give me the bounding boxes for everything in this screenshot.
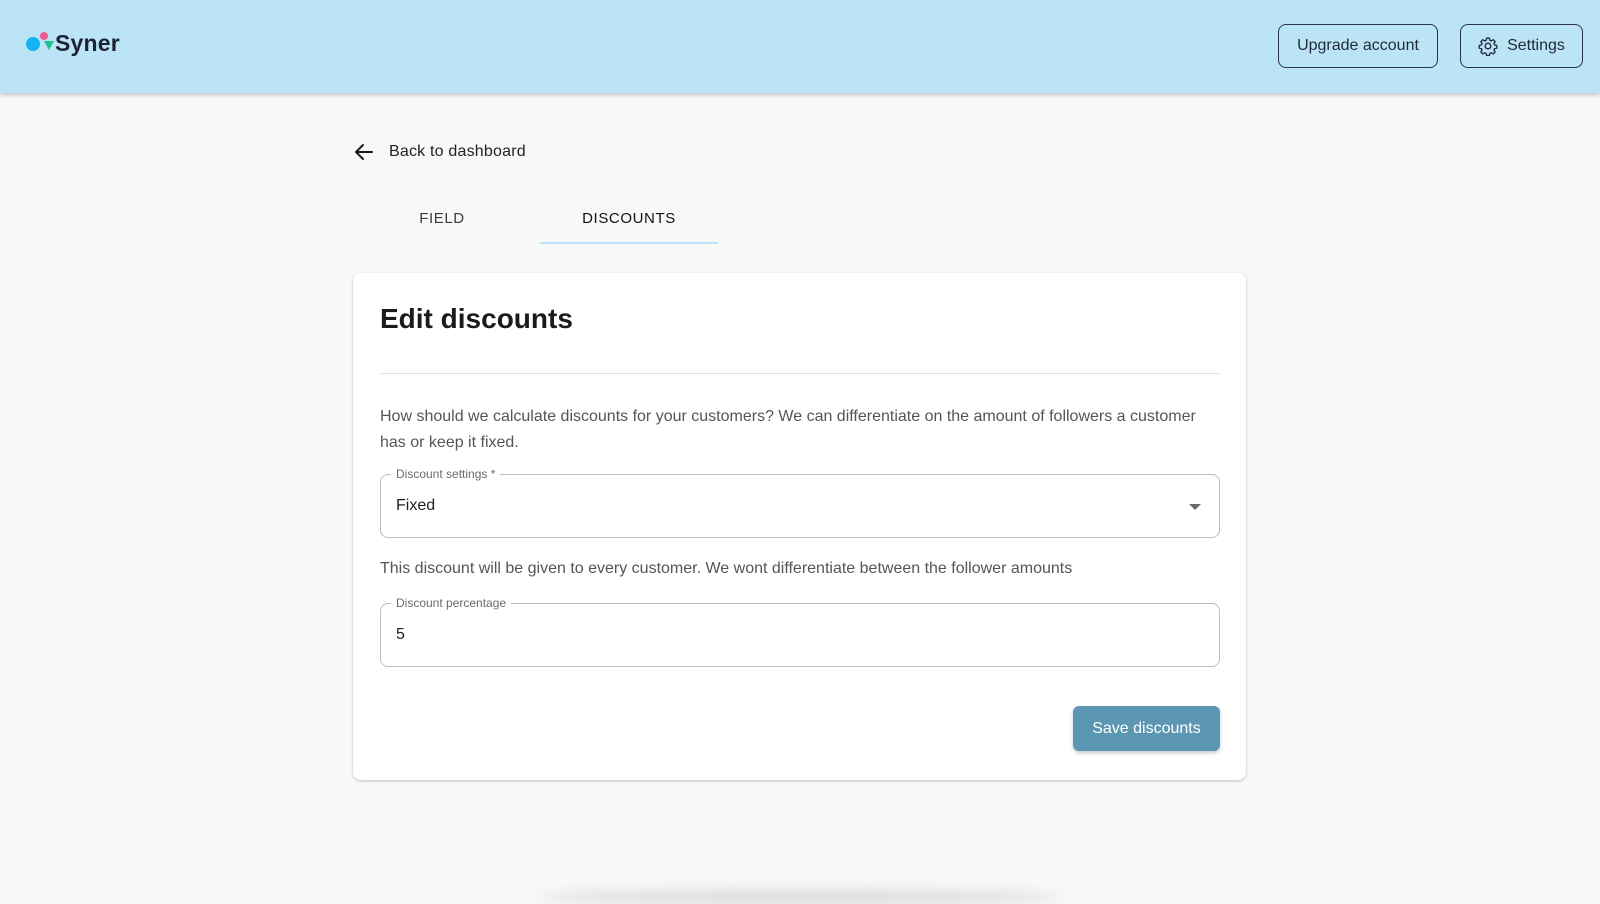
back-to-dashboard-link[interactable]: Back to dashboard	[352, 140, 526, 164]
card-title: Edit discounts	[380, 303, 573, 334]
discount-settings-value: Fixed	[396, 497, 436, 514]
floating-element-shadow	[540, 890, 1060, 904]
discount-percentage-label: Discount percentage	[391, 596, 512, 610]
discount-settings-select[interactable]: Discount settings * Fixed	[380, 467, 1220, 538]
tab-discounts[interactable]: DISCOUNTS	[540, 192, 718, 244]
arrow-left-icon	[355, 144, 373, 160]
tab-field[interactable]: FIELD	[353, 192, 531, 244]
discount-percentage-value: 5	[396, 626, 405, 643]
top-app-bar: Syner Upgrade account Settings	[0, 0, 1600, 93]
save-discounts-button[interactable]: Save discounts	[1073, 706, 1220, 751]
back-to-dashboard-label: Back to dashboard	[389, 143, 526, 160]
discounts-description: How should we calculate discounts for yo…	[380, 408, 1196, 451]
caret-down-icon	[1189, 504, 1201, 510]
upgrade-account-label: Upgrade account	[1297, 37, 1419, 54]
syner-logo-icon	[24, 28, 54, 58]
discount-settings-label: Discount settings *	[391, 467, 501, 481]
discount-percentage-input[interactable]: Discount percentage 5	[380, 596, 1220, 667]
app-logo[interactable]: Syner	[24, 28, 120, 58]
discount-hint: This discount will be given to every cus…	[380, 560, 1073, 577]
settings-button[interactable]: Settings	[1460, 24, 1583, 68]
gear-icon	[1478, 37, 1498, 56]
app-name: Syner	[55, 29, 120, 56]
divider	[380, 373, 1220, 374]
settings-label: Settings	[1507, 37, 1565, 54]
edit-discounts-card: Edit discounts How should we calculate d…	[353, 273, 1246, 780]
upgrade-account-button[interactable]: Upgrade account	[1278, 24, 1438, 68]
active-tab-indicator	[540, 242, 718, 244]
